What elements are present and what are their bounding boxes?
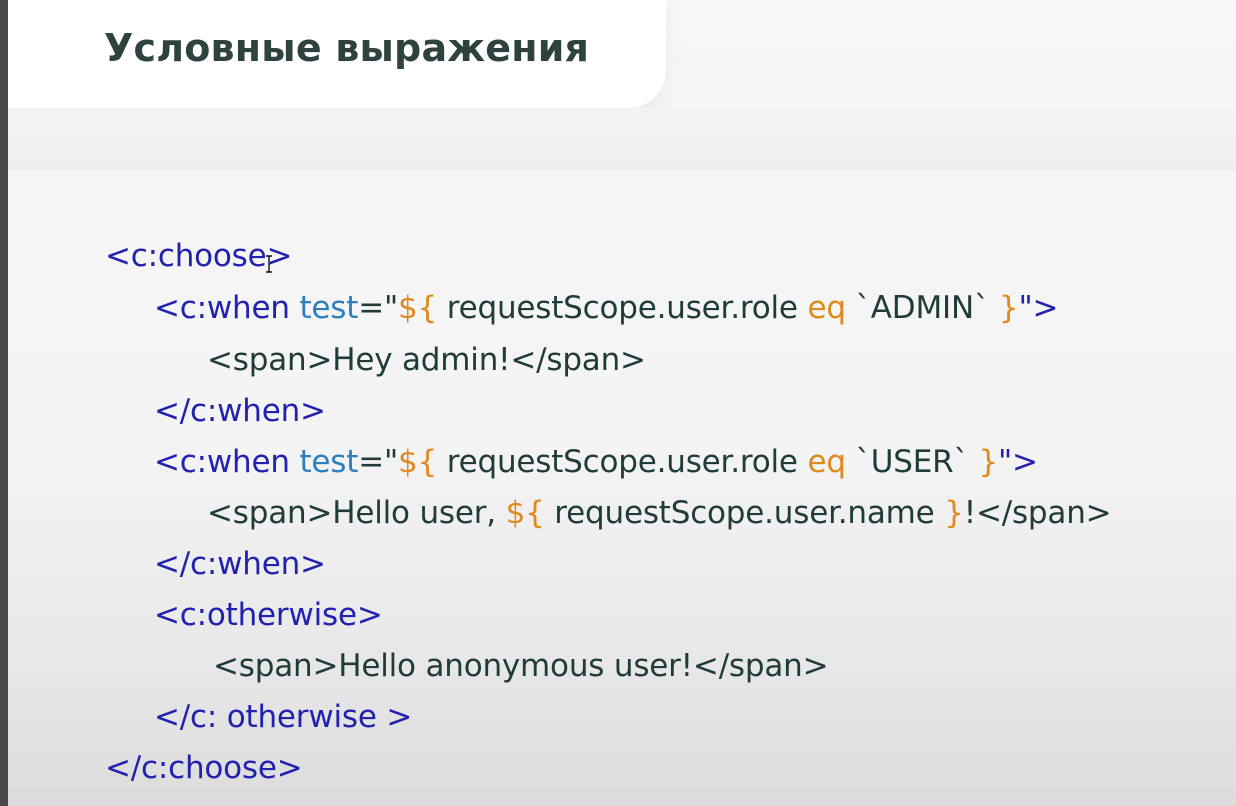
text-cursor-icon: [266, 255, 272, 273]
attribute-equals-quote: =": [358, 444, 399, 480]
span-user-text: <span>Hello user,: [207, 495, 506, 531]
attribute-equals-quote: =": [358, 290, 399, 326]
code-line-5: <c:when test="${ requestScope.user.role …: [154, 442, 1038, 482]
el-open: ${: [398, 444, 438, 480]
when-open-tag: <c:when: [154, 290, 300, 326]
string-literal: `USER`: [845, 444, 979, 480]
code-line-6: <span>Hello user, ${ requestScope.user.n…: [207, 493, 1112, 533]
test-attribute: test: [299, 290, 359, 326]
el-close: }: [978, 444, 998, 480]
code-line-2: <c:when test="${ requestScope.user.role …: [154, 288, 1058, 328]
otherwise-open-tag: <c:otherwise>: [154, 597, 383, 633]
when-open-tag: <c:when: [154, 444, 300, 480]
when-open-close: ">: [997, 444, 1038, 480]
when-close-tag: </c:when>: [154, 546, 326, 582]
el-expression: requestScope.user.name: [544, 495, 945, 531]
string-literal: `ADMIN`: [845, 290, 999, 326]
code-line-3: <span>Hey admin!</span>: [207, 340, 646, 380]
test-attribute: test: [299, 444, 359, 480]
code-line-8: <c:otherwise>: [154, 595, 383, 635]
code-line-4: </c:when>: [154, 391, 326, 431]
code-line-9: <span>Hello anonymous user!</span>: [213, 646, 829, 686]
el-expression: requestScope.user.role: [437, 290, 808, 326]
code-line-11: </c:choose>: [105, 748, 303, 788]
code-line-10: </c: otherwise >: [154, 697, 412, 737]
span-admin: <span>Hey admin!</span>: [207, 342, 646, 378]
code-block: <c:choose> <c:when test="${ requestScope…: [0, 0, 1236, 806]
choose-close-tag: </c:choose>: [105, 750, 303, 786]
span-anonymous: <span>Hello anonymous user!</span>: [213, 648, 829, 684]
otherwise-close-tag: </c: otherwise >: [154, 699, 413, 735]
el-open: ${: [505, 495, 545, 531]
when-close-tag: </c:when>: [154, 393, 326, 429]
el-close: }: [944, 495, 964, 531]
el-expression: requestScope.user.role: [437, 444, 808, 480]
el-open: ${: [398, 290, 438, 326]
span-user-close: !</span>: [963, 495, 1112, 531]
code-line-7: </c:when>: [154, 544, 326, 584]
eq-operator: eq: [807, 290, 846, 326]
when-open-close: ">: [1018, 290, 1059, 326]
el-close: }: [998, 290, 1019, 326]
eq-operator: eq: [807, 444, 846, 480]
